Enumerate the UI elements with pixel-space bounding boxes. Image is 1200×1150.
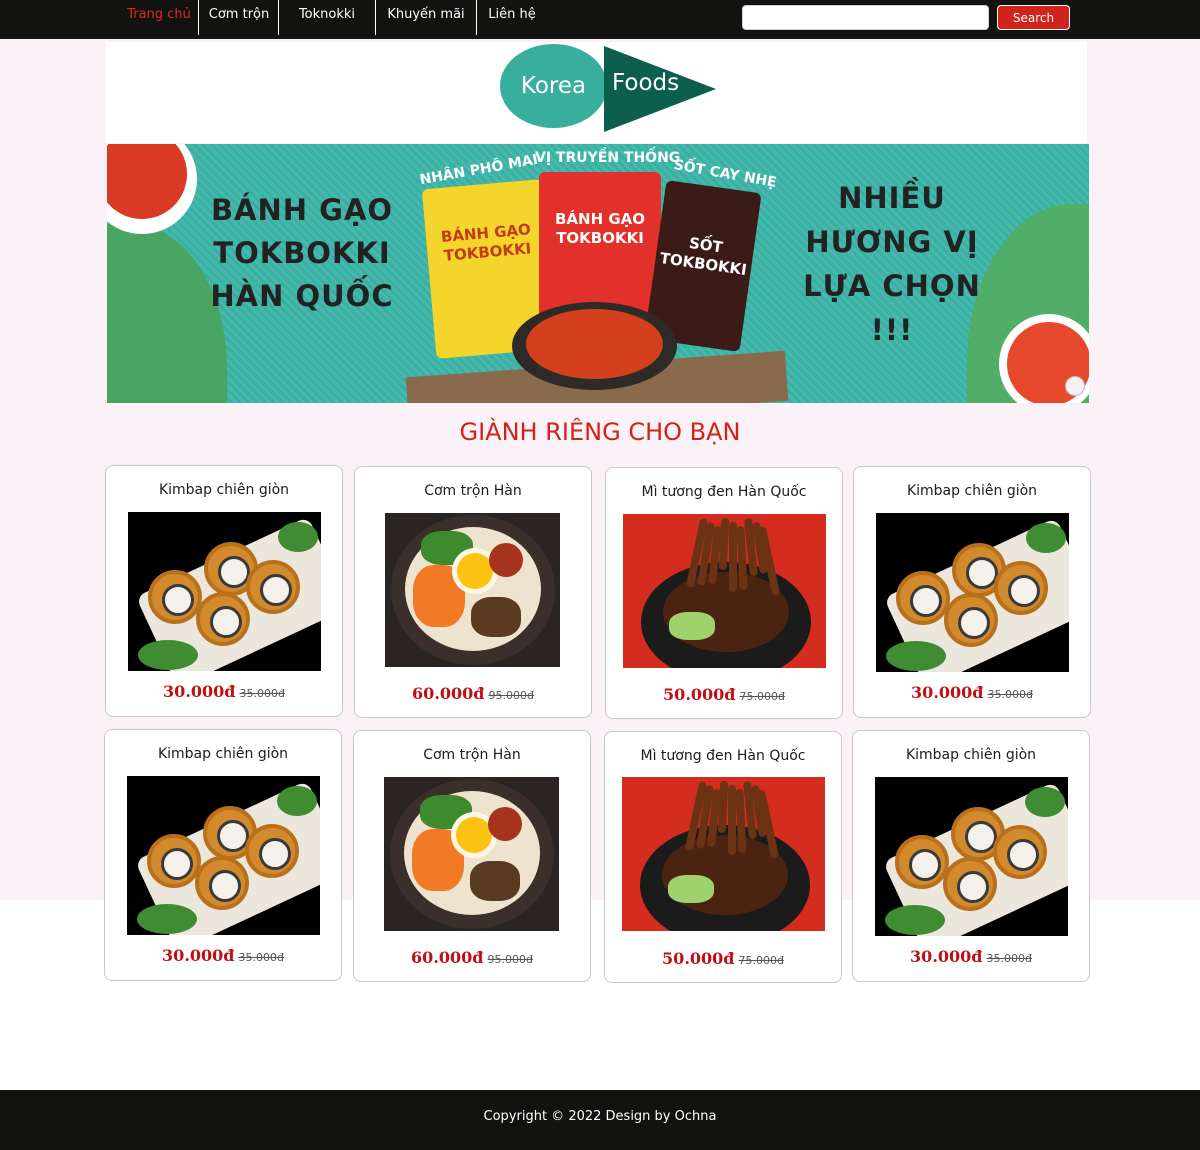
kimbap-roll	[896, 571, 950, 625]
jjajangmyeon-image[interactable]	[622, 777, 825, 931]
kimbap-image[interactable]	[876, 513, 1069, 672]
price-current: 30.000đ	[910, 947, 983, 966]
lettuce-leaf	[277, 786, 317, 816]
price-row: 60.000đ 95.000đ	[355, 684, 591, 703]
kimbap-image[interactable]	[875, 777, 1068, 936]
bibimbap-image[interactable]	[384, 777, 559, 931]
product-name[interactable]: Kimbap chiên giòn	[105, 746, 341, 762]
kimbap-roll	[148, 570, 202, 624]
product-card[interactable]: Kimbap chiên giòn 30.000đ 35.000đ	[852, 730, 1090, 982]
product-name[interactable]: Cơm trộn Hàn	[355, 483, 591, 499]
kimbap-roll	[944, 593, 998, 647]
nav-item-lien-he[interactable]: Liên hệ	[477, 0, 547, 35]
kimbap-roll	[195, 856, 249, 910]
kimbap-roll	[147, 834, 201, 888]
kimbap-roll	[246, 560, 300, 614]
egg-yolk	[457, 553, 493, 589]
price-current: 30.000đ	[163, 682, 236, 701]
price-current: 30.000đ	[162, 946, 235, 965]
product-card[interactable]: Mì tương đen Hàn Quốc 50.000đ 75.000đ	[604, 731, 842, 983]
lettuce-leaf	[138, 640, 198, 670]
logo-korea[interactable]: Korea	[500, 44, 607, 128]
nav-item-com-tron[interactable]: Cơm trộn	[199, 0, 279, 35]
gochujang	[488, 807, 522, 841]
banner-right-text: NHIỀU HƯƠNG VỊ LỰA CHỌN !!!	[803, 181, 981, 347]
price-original: 95.000đ	[488, 689, 534, 702]
price-current: 30.000đ	[911, 683, 984, 702]
top-nav: Trang chủ Cơm trộn Toknokki Khuyến mãi L…	[0, 0, 1200, 39]
kimbap-roll	[994, 561, 1048, 615]
product-name[interactable]: Kimbap chiên giòn	[106, 482, 342, 498]
price-row: 60.000đ 95.000đ	[354, 948, 590, 967]
kimbap-roll	[895, 835, 949, 889]
lettuce-leaf	[885, 905, 945, 935]
price-original: 75.000đ	[738, 954, 784, 967]
price-original: 35.000đ	[239, 687, 285, 700]
lettuce-leaf	[278, 522, 318, 552]
pack-label: BÁNH GẠO TOKBOKKI	[440, 220, 532, 265]
promo-banner[interactable]: BÁNH GẠO TOKBOKKI HÀN QUỐC NHIỀU HƯƠNG V…	[107, 144, 1089, 403]
kimbap-roll	[943, 857, 997, 911]
lettuce-leaf	[1026, 523, 1066, 553]
price-current: 60.000đ	[412, 684, 485, 703]
product-card[interactable]: Cơm trộn Hàn 60.000đ 95.000đ	[354, 466, 592, 718]
price-row: 30.000đ 35.000đ	[106, 682, 342, 701]
price-row: 30.000đ 35.000đ	[105, 946, 341, 965]
banner-tag: VỊ TRUYỀN THỐNG	[535, 150, 681, 166]
nav-item-khuyen-mai[interactable]: Khuyến mãi	[376, 0, 476, 35]
bibimbap-image[interactable]	[385, 513, 560, 667]
nav-item-toknokki[interactable]: Toknokki	[279, 0, 375, 35]
footer: Copyright © 2022 Design by Ochna	[0, 1090, 1200, 1150]
price-original: 35.000đ	[987, 688, 1033, 701]
lettuce-leaf	[886, 641, 946, 671]
product-card[interactable]: Kimbap chiên giòn 30.000đ 35.000đ	[104, 729, 342, 981]
pack-label: BÁNH GẠO TOKBOKKI	[554, 210, 646, 247]
slider-dot[interactable]	[1065, 376, 1085, 396]
price-original: 95.000đ	[487, 953, 533, 966]
jjajangmyeon-image[interactable]	[623, 514, 826, 668]
price-current: 50.000đ	[663, 685, 736, 704]
kimbap-image[interactable]	[128, 512, 321, 671]
banner-left-text: BÁNH GẠO TOKBOKKI HÀN QUỐC	[210, 193, 394, 313]
egg-yolk	[456, 817, 492, 853]
price-current: 50.000đ	[662, 949, 735, 968]
price-row: 50.000đ 75.000đ	[605, 949, 841, 968]
section-title: GIÀNH RIÊNG CHO BẠN	[459, 418, 741, 446]
logo-foods[interactable]: Foods	[612, 70, 679, 96]
cucumber	[668, 875, 714, 903]
nav-item-home[interactable]: Trang chủ	[120, 0, 198, 35]
price-original: 75.000đ	[739, 690, 785, 703]
kimbap-roll	[245, 824, 299, 878]
copyright-text: Copyright © 2022 Design by Ochna	[483, 1109, 717, 1124]
kimbap-roll	[196, 592, 250, 646]
banner-tokbokki-image	[526, 309, 663, 379]
kimbap-roll	[993, 825, 1047, 879]
product-card[interactable]: Kimbap chiên giòn 30.000đ 35.000đ	[853, 466, 1091, 718]
price-row: 30.000đ 35.000đ	[853, 947, 1089, 966]
lettuce-leaf	[137, 904, 197, 934]
price-original: 35.000đ	[986, 952, 1032, 965]
product-card[interactable]: Kimbap chiên giòn 30.000đ 35.000đ	[105, 465, 343, 717]
product-name[interactable]: Mì tương đen Hàn Quốc	[605, 748, 841, 764]
pack-label: SỐT TOKBOKKI	[658, 233, 748, 280]
product-card[interactable]: Mì tương đen Hàn Quốc 50.000đ 75.000đ	[605, 467, 843, 719]
gochujang	[489, 543, 523, 577]
cucumber	[669, 612, 715, 640]
product-card[interactable]: Cơm trộn Hàn 60.000đ 95.000đ	[353, 730, 591, 982]
product-name[interactable]: Mì tương đen Hàn Quốc	[606, 484, 842, 500]
price-row: 50.000đ 75.000đ	[606, 685, 842, 704]
mushrooms	[471, 597, 521, 637]
mushrooms	[470, 861, 520, 901]
search-input[interactable]	[742, 5, 989, 30]
lettuce-leaf	[1025, 787, 1065, 817]
price-current: 60.000đ	[411, 948, 484, 967]
search-button[interactable]: Search	[997, 5, 1070, 30]
price-row: 30.000đ 35.000đ	[854, 683, 1090, 702]
product-name[interactable]: Kimbap chiên giòn	[854, 483, 1090, 499]
product-name[interactable]: Kimbap chiên giòn	[853, 747, 1089, 763]
product-name[interactable]: Cơm trộn Hàn	[354, 747, 590, 763]
price-original: 35.000đ	[238, 951, 284, 964]
kimbap-image[interactable]	[127, 776, 320, 935]
